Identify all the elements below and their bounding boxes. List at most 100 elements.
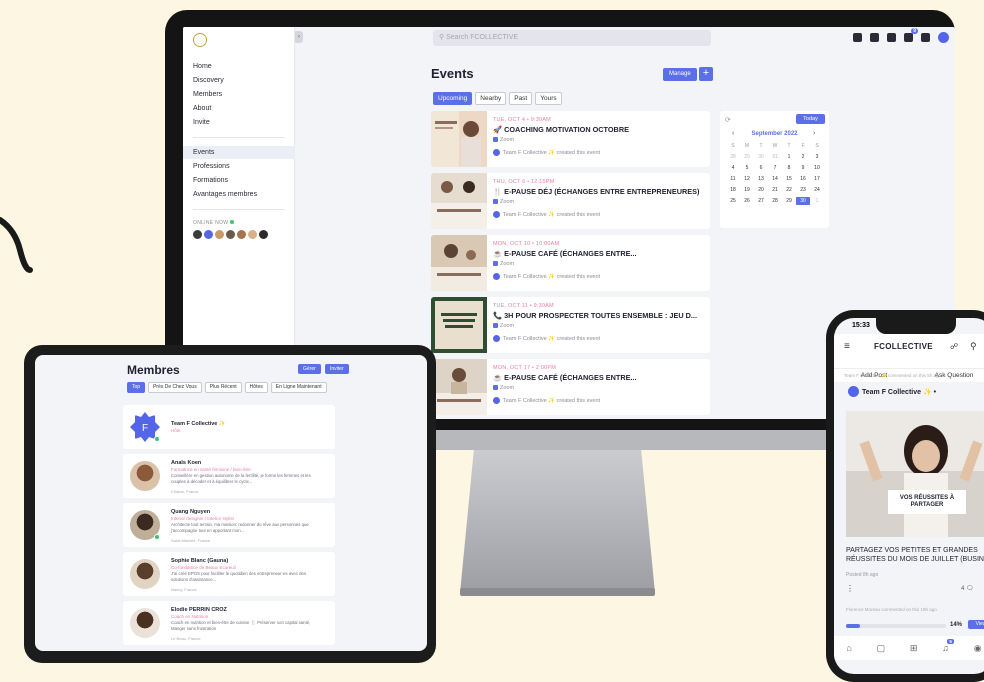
add-nav-icon[interactable]: ⊞ xyxy=(910,643,918,654)
avatar[interactable] xyxy=(204,230,213,239)
calendar-day[interactable]: 25 xyxy=(726,197,740,205)
member-name[interactable]: Team F Collective ✨ xyxy=(171,421,226,427)
add-event-button[interactable]: + xyxy=(699,67,713,81)
event-title[interactable]: 🍴 E-PAUSE DÉJ (ÉCHANGES ENTRE ENTREPRENE… xyxy=(493,187,699,196)
avatar[interactable] xyxy=(193,230,202,239)
calendar-day[interactable]: 2 xyxy=(796,153,810,161)
sidebar-item-formations[interactable]: Formations xyxy=(193,177,228,184)
calendar-day[interactable]: 29 xyxy=(782,197,796,205)
event-card[interactable]: MON, OCT 17 • 2:00PM ☕ E-PAUSE CAFÉ (ÉCH… xyxy=(431,359,710,415)
tab-top[interactable]: Top xyxy=(127,382,146,393)
calendar-day[interactable]: 31 xyxy=(768,153,782,161)
tab-recent[interactable]: Plus Récent xyxy=(204,382,242,393)
tab-near[interactable]: Près De Chez Vous xyxy=(148,382,202,393)
profile-nav-icon[interactable]: ◉ xyxy=(974,643,982,654)
calendar-day[interactable]: 23 xyxy=(796,186,810,194)
calendar-day[interactable]: 17 xyxy=(810,175,824,183)
people-icon[interactable] xyxy=(870,33,879,42)
event-card[interactable]: TUE, OCT 4 • 9:30AM 🚀 COACHING MOTIVATIO… xyxy=(431,111,710,167)
avatar[interactable] xyxy=(215,230,224,239)
avatar[interactable] xyxy=(248,230,257,239)
calendar-day[interactable]: 18 xyxy=(726,186,740,194)
tab-hosts[interactable]: Hôtes xyxy=(244,382,268,393)
calendar-day[interactable]: 7 xyxy=(768,164,782,172)
event-card[interactable]: TUE, OCT 11 • 9:30AM 📞 3H POUR PROSPECTE… xyxy=(431,297,710,353)
sidebar-item-members[interactable]: Members xyxy=(193,91,222,98)
notifications-nav-icon[interactable]: ♫ 5 xyxy=(942,639,954,653)
manage-button[interactable]: Manage xyxy=(663,68,697,81)
author-name[interactable]: Team F Collective ✨ • xyxy=(862,388,936,396)
member-card[interactable]: F Team F Collective ✨ Hôte xyxy=(123,405,335,449)
home-nav-icon[interactable]: ⌂ xyxy=(846,643,851,653)
refresh-icon[interactable]: ⟳ xyxy=(725,116,731,124)
team-avatar[interactable] xyxy=(848,386,859,397)
member-name[interactable]: Quang Nguyen xyxy=(171,509,210,515)
calendar-day[interactable]: 5 xyxy=(740,164,754,172)
add-icon[interactable] xyxy=(853,33,862,42)
calendar-day[interactable]: 9 xyxy=(796,164,810,172)
sidebar-item-about[interactable]: About xyxy=(193,105,211,112)
sidebar-item-home[interactable]: Home xyxy=(193,63,212,70)
avatar[interactable] xyxy=(259,230,268,239)
member-card[interactable]: Elodie PERRIN CROZ Coach en Nutrition Co… xyxy=(123,601,335,645)
sidebar-collapse-button[interactable]: ‹ xyxy=(295,31,303,43)
sidebar-item-events[interactable]: Events xyxy=(193,149,214,156)
member-name[interactable]: Sophie Blanc (Gauna) xyxy=(171,558,228,564)
calendar-day[interactable]: 28 xyxy=(768,197,782,205)
calendar-day[interactable]: 11 xyxy=(726,175,740,183)
tab-past[interactable]: Past xyxy=(509,92,533,105)
tab-upcoming[interactable]: Upcoming xyxy=(433,92,473,105)
more-options-icon[interactable]: ⋮ xyxy=(846,584,854,593)
search-input[interactable]: ⚲ Search FCOLLECTIVE xyxy=(433,30,711,46)
calendar-day[interactable]: 27 xyxy=(754,197,768,205)
calendar-day[interactable]: 24 xyxy=(810,186,824,194)
calendar-day[interactable]: 1 xyxy=(782,153,796,161)
post-title[interactable]: PARTAGEZ VOS PETITES ET GRANDES RÉUSSITE… xyxy=(846,546,984,564)
community-logo-icon[interactable] xyxy=(193,33,207,47)
calendar-day[interactable]: 22 xyxy=(782,186,796,194)
calendar-day[interactable]: 21 xyxy=(768,186,782,194)
member-name[interactable]: Elodie PERRIN CROZ xyxy=(171,607,227,613)
calendar-day[interactable]: 4 xyxy=(726,164,740,172)
calendar-day[interactable]: 10 xyxy=(810,164,824,172)
profile-avatar[interactable] xyxy=(938,32,949,43)
sidebar-item-professions[interactable]: Professions xyxy=(193,163,230,170)
calendar-day[interactable]: 20 xyxy=(754,186,768,194)
calendar-day[interactable]: 3 xyxy=(810,153,824,161)
calendar-day[interactable]: 29 xyxy=(740,153,754,161)
comment-count[interactable]: 4 🗨 xyxy=(961,585,974,592)
member-card[interactable]: Sophie Blanc (Gauna) Co-fondatrice de Be… xyxy=(123,552,335,596)
member-card[interactable]: Quang Nguyen Interior designer / Interio… xyxy=(123,503,335,547)
calendar-day[interactable]: 12 xyxy=(740,175,754,183)
invite-button[interactable]: Inviter xyxy=(325,364,349,374)
avatar[interactable] xyxy=(226,230,235,239)
calendar-day[interactable]: 28 xyxy=(726,153,740,161)
tab-nearby[interactable]: Nearby xyxy=(475,92,507,105)
calendar-day[interactable]: 15 xyxy=(782,175,796,183)
calendar-day[interactable]: 14 xyxy=(768,175,782,183)
bell-icon[interactable] xyxy=(921,33,930,42)
today-button[interactable]: Today xyxy=(796,114,825,124)
chat-nav-icon[interactable]: ▢ xyxy=(877,643,886,654)
tab-online[interactable]: En Ligne Maintenant xyxy=(270,382,327,393)
event-title[interactable]: 📞 3H POUR PROSPECTER TOUTES ENSEMBLE : J… xyxy=(493,311,697,320)
tab-yours[interactable]: Yours xyxy=(535,92,562,105)
sidebar-item-avantages[interactable]: Avantages membres xyxy=(193,191,257,198)
sidebar-item-invite[interactable]: Invite xyxy=(193,119,210,126)
notifications-icon[interactable]: 9 xyxy=(904,28,918,42)
calendar-day[interactable]: 13 xyxy=(754,175,768,183)
chat-icon[interactable] xyxy=(887,33,896,42)
menu-icon[interactable]: ≡ xyxy=(844,341,850,352)
event-title[interactable]: ☕ E-PAUSE CAFÉ (ÉCHANGES ENTRE... xyxy=(493,373,637,382)
event-card[interactable]: MON, OCT 10 • 10:00AM ☕ E-PAUSE CAFÉ (ÉC… xyxy=(431,235,710,291)
next-month-button[interactable]: › xyxy=(813,130,815,137)
view-button[interactable]: View xyxy=(968,620,984,629)
event-card[interactable]: THU, OCT 6 • 12:15PM 🍴 E-PAUSE DÉJ (ÉCHA… xyxy=(431,173,710,229)
event-title[interactable]: 🚀 COACHING MOTIVATION OCTOBRE xyxy=(493,125,629,134)
calendar-day[interactable]: 6 xyxy=(754,164,768,172)
sidebar-item-discovery[interactable]: Discovery xyxy=(193,77,224,84)
calendar-day[interactable]: 1 xyxy=(810,197,824,205)
member-card[interactable]: Anaïs Koen Formatrice en santé féminine … xyxy=(123,454,335,498)
calendar-day[interactable]: 19 xyxy=(740,186,754,194)
manage-button[interactable]: Gérer xyxy=(298,364,321,374)
